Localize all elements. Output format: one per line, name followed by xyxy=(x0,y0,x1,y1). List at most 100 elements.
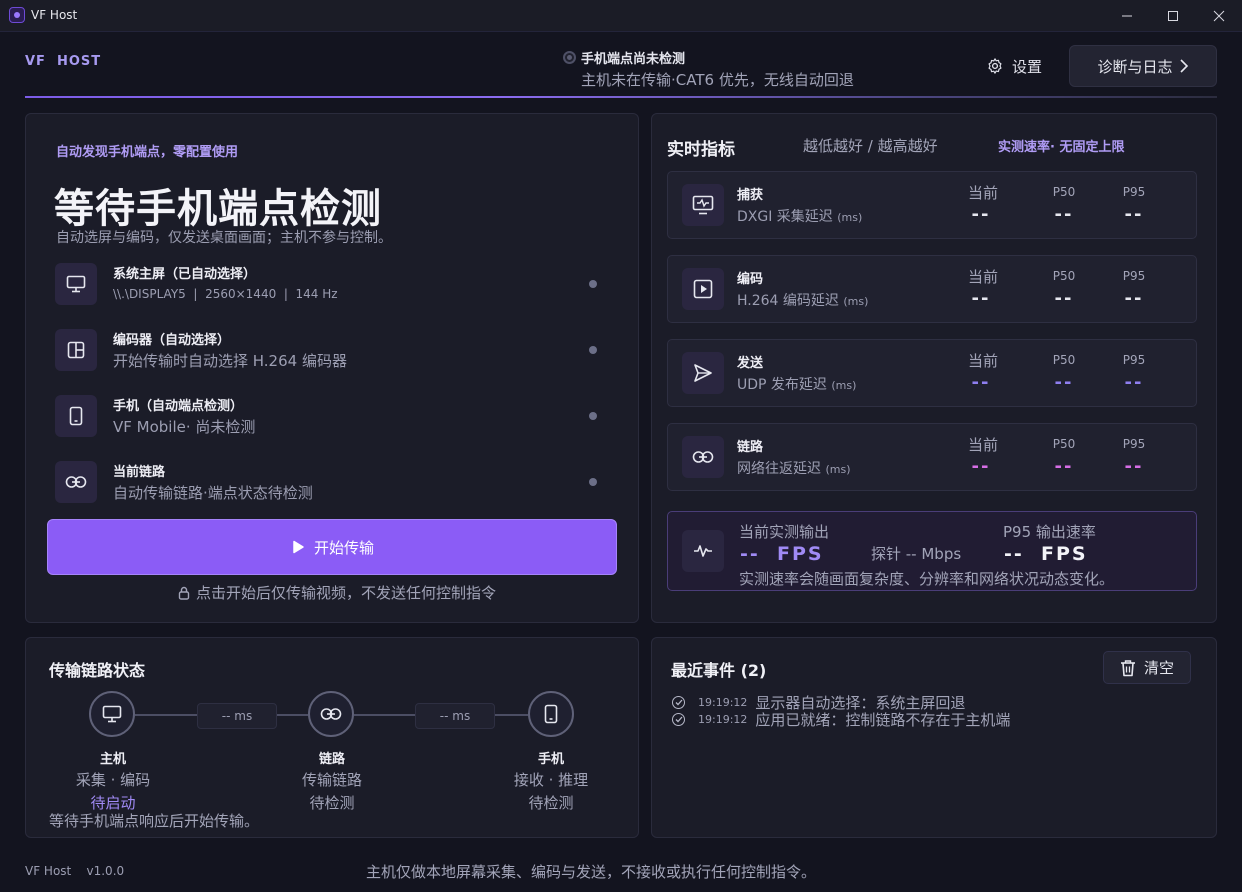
close-button[interactable] xyxy=(1196,0,1242,31)
link-status-dot xyxy=(589,478,597,486)
metrics-hint: 越低越好 / 越高越好 xyxy=(803,137,938,155)
metric-name: 捕获 xyxy=(737,188,764,203)
event-text: 应用已就绪：控制链路不存在于主机端 xyxy=(755,711,1011,729)
status-indicator-icon xyxy=(563,51,576,64)
app-logo-icon xyxy=(9,7,25,23)
metric-subtitle: DXGI 采集延迟 (ms) xyxy=(737,209,863,225)
link-icon xyxy=(55,461,97,503)
col-p95-label: P95 xyxy=(1122,269,1146,283)
metric-card-capture: 捕获 DXGI 采集延迟 (ms) 当前 P50 P95 -- -- -- xyxy=(667,171,1197,239)
metric-name: 编码 xyxy=(737,272,764,287)
maximize-icon xyxy=(1168,10,1178,21)
metric-card-encode: 编码 H.264 编码延迟 (ms) 当前 P50 P95 -- -- -- xyxy=(667,255,1197,323)
encoder-row-title: 编码器（自动选择） xyxy=(113,333,231,348)
event-time: 19:19:12 xyxy=(698,713,748,726)
close-icon xyxy=(1213,10,1225,21)
encoder-row-detail: 开始传输时自动选择 H.264 编码器 xyxy=(113,352,347,370)
link-icon xyxy=(682,436,724,478)
start-transfer-button[interactable]: 开始传输 xyxy=(47,519,617,575)
metric-subtitle: UDP 发布延迟 (ms) xyxy=(737,377,857,393)
play-icon xyxy=(293,540,304,554)
encode-icon xyxy=(682,268,724,310)
capture-icon xyxy=(682,184,724,226)
metric-current-value: -- xyxy=(971,372,991,393)
metric-p95-value: -- xyxy=(1124,204,1144,225)
metric-p95-value: -- xyxy=(1124,456,1144,477)
link-node-icon xyxy=(308,691,354,737)
diagnostics-label: 诊断与日志 xyxy=(1097,57,1173,76)
event-time: 19:19:12 xyxy=(698,696,748,709)
col-current-label: 当前 xyxy=(967,436,998,454)
event-item: 19:19:12 应用已就绪：控制链路不存在于主机端 xyxy=(672,709,1010,730)
link-node-label: 链路 传输链路 待检测 xyxy=(301,752,362,812)
settings-label: 设置 xyxy=(1012,57,1043,76)
minimize-icon xyxy=(1122,15,1132,16)
minimize-button[interactable] xyxy=(1104,0,1150,31)
page-title: 等待手机端点检测 xyxy=(54,186,382,232)
encoder-icon xyxy=(55,329,97,371)
phone-row-title: 手机（自动端点检测） xyxy=(113,399,244,414)
metric-p50-value: -- xyxy=(1054,372,1074,393)
phone-node-label: 手机 接收 · 推理 待检测 xyxy=(513,752,589,812)
phone-icon xyxy=(55,395,97,437)
col-p50-label: P50 xyxy=(1052,269,1076,283)
link-phone-latency: -- ms xyxy=(415,703,495,729)
col-current-label: 当前 xyxy=(967,268,998,286)
maximize-button[interactable] xyxy=(1150,0,1196,31)
metric-name: 发送 xyxy=(737,356,764,371)
check-circle-icon xyxy=(672,713,685,726)
footer-note: 主机仅做本地屏幕采集、编码与发送，不接收或执行任何控制指令。 xyxy=(366,863,817,881)
col-p50-label: P50 xyxy=(1052,437,1076,451)
connector-line xyxy=(495,714,528,716)
link-status-title: 传输链路状态 xyxy=(49,661,146,680)
metric-current-value: -- xyxy=(971,204,991,225)
col-current-label: 当前 xyxy=(967,184,998,202)
fps-current-value: -- FPS xyxy=(740,543,824,565)
metrics-rate-note: 实测速率· 无固定上限 xyxy=(998,140,1125,155)
metric-name: 链路 xyxy=(737,440,764,455)
connector-line xyxy=(277,714,308,716)
metric-p50-value: -- xyxy=(1054,288,1074,309)
monitor-icon xyxy=(55,263,97,305)
send-icon xyxy=(682,352,724,394)
metric-current-value: -- xyxy=(971,456,991,477)
endpoint-status-title: 手机端点尚未检测 xyxy=(581,52,686,67)
fps-output-card: 当前实测输出 -- FPS 探针 -- Mbps P95 输出速率 -- FPS… xyxy=(667,511,1197,591)
events-title: 最近事件 (2) xyxy=(671,661,767,680)
chevron-right-icon xyxy=(1179,59,1188,73)
display-row-detail: \\.\DISPLAY5 | 2560×1440 | 144 Hz xyxy=(113,287,338,301)
metric-p95-value: -- xyxy=(1124,288,1144,309)
metric-card-send: 发送 UDP 发布延迟 (ms) 当前 P50 P95 -- -- -- xyxy=(667,339,1197,407)
clear-label: 清空 xyxy=(1143,659,1174,677)
connector-line xyxy=(354,714,415,716)
endpoint-status-subtitle: 主机未在传输·CAT6 优先，无线自动回退 xyxy=(581,71,854,89)
metric-current-value: -- xyxy=(971,288,991,309)
brand-logo-text: VF HOST xyxy=(25,54,102,69)
host-node-label: 主机 采集 · 编码 待启动 xyxy=(75,752,151,812)
lock-note-text: 点击开始后仅传输视频，不发送任何控制指令 xyxy=(196,584,497,602)
encoder-status-dot xyxy=(589,346,597,354)
clear-events-button[interactable]: 清空 xyxy=(1103,651,1191,684)
metric-card-link: 链路 网络往返延迟 (ms) 当前 P50 P95 -- -- -- xyxy=(667,423,1197,491)
display-status-dot xyxy=(589,280,597,288)
phone-status-dot xyxy=(589,412,597,420)
col-p95-label: P95 xyxy=(1122,437,1146,451)
settings-button[interactable]: 设置 xyxy=(986,54,1042,78)
col-p50-label: P50 xyxy=(1052,185,1076,199)
col-p95-label: P95 xyxy=(1122,353,1146,367)
lock-note: 点击开始后仅传输视频，不发送任何控制指令 xyxy=(178,582,496,603)
diagnostics-logs-button[interactable]: 诊断与日志 xyxy=(1069,45,1217,87)
link-row-detail: 自动传输链路·端点状态待检测 xyxy=(113,484,313,502)
col-current-label: 当前 xyxy=(967,352,998,370)
host-link-latency: -- ms xyxy=(197,703,277,729)
col-p50-label: P50 xyxy=(1052,353,1076,367)
lock-icon xyxy=(178,586,190,600)
app-version: VF Host v1.0.0 xyxy=(25,864,125,878)
metrics-title: 实时指标 xyxy=(667,140,735,160)
fps-current-label: 当前实测输出 xyxy=(739,523,830,541)
link-status-footer: 等待手机端点响应后开始传输。 xyxy=(49,812,260,830)
metric-p95-value: -- xyxy=(1124,372,1144,393)
fps-note: 实测速率会随画面复杂度、分辨率和网络状况动态变化。 xyxy=(739,570,1115,588)
host-node-icon xyxy=(89,691,135,737)
link-row-title: 当前链路 xyxy=(113,465,166,480)
